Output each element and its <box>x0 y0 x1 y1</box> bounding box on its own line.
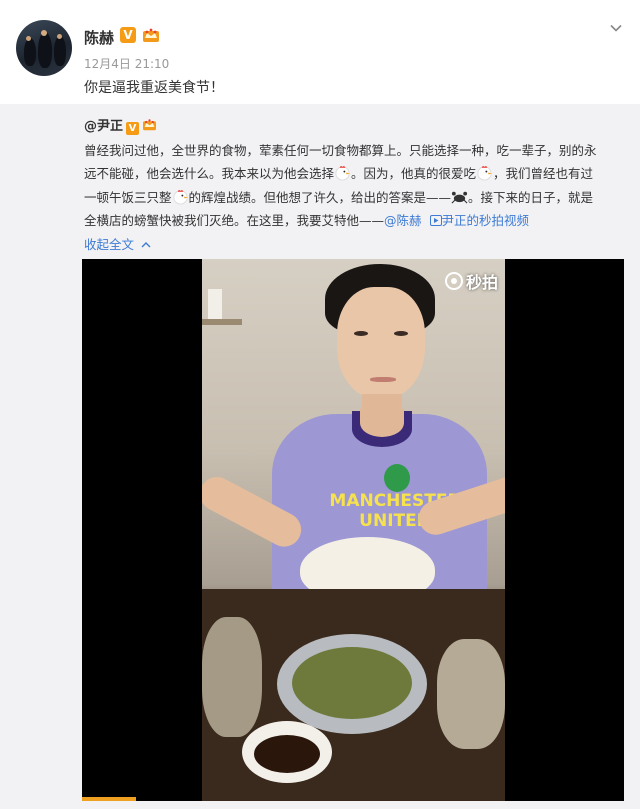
chevron-down-icon[interactable] <box>609 21 623 35</box>
video-player[interactable]: MANCHESTER UNITED 秒拍 <box>82 259 624 801</box>
crab-emoji-icon <box>451 191 468 204</box>
chevron-up-icon[interactable] <box>141 241 151 249</box>
post-text: 你是逼我重返美食节！ <box>84 80 224 96</box>
repost-line: 曾经我问过他，全世界的食物，荤素任何一切食物都算上。只能选择一种，吃一辈子，别的… <box>84 142 597 158</box>
chicken-emoji-icon <box>335 166 351 181</box>
verified-badge-icon: V <box>120 27 136 43</box>
repost-line: 远不能碰，他会选什么。我本来以为他会选择 。因为，他真的很爱吃 ，我们曾经也有过 <box>84 166 594 181</box>
avatar[interactable] <box>16 20 72 76</box>
username[interactable]: 陈赫 <box>84 27 114 48</box>
video-link[interactable]: 尹正的秒拍视频 <box>442 213 530 228</box>
chicken-emoji-icon <box>172 189 188 205</box>
repost-line: 全横店的螃蟹快被我们灭绝。在这里，我要艾特他——@陈赫 尹正的秒拍视频 <box>84 213 530 228</box>
collapse-button[interactable]: 收起全文 <box>84 237 134 252</box>
video-progress-bar <box>82 797 137 801</box>
video-watermark: 秒拍 <box>466 273 499 292</box>
crown-icon <box>143 119 157 131</box>
post-time[interactable]: 12月4日 21:10 <box>84 55 169 72</box>
weibo-post: 陈赫 V 12月4日 21:10 你是逼我重返美食节！ <box>0 0 640 104</box>
chicken-emoji-icon <box>477 166 493 181</box>
verified-badge-icon: V <box>126 122 140 135</box>
repost-text: @尹正 V 曾经我问过他，全世界的食物，荤素任何一切食物都算上。只能选择一种，吃一… <box>84 114 624 256</box>
crown-icon <box>143 28 159 42</box>
video-frame: MANCHESTER UNITED <box>202 259 505 801</box>
repost-card: @尹正 V 曾经我问过他，全世界的食物，荤素任何一切食物都算上。只能选择一种，吃一… <box>0 104 640 809</box>
mention-link[interactable]: @陈赫 <box>384 213 422 228</box>
repost-line: 一顿午饭三只整 的辉煌战绩。但他想了许久，给出的答案是—— 。接下来的日子，就是 <box>84 189 594 205</box>
video-watermark-icon <box>445 272 463 290</box>
video-link-icon <box>429 215 442 226</box>
repost-author-link[interactable]: @尹正 <box>84 119 123 134</box>
